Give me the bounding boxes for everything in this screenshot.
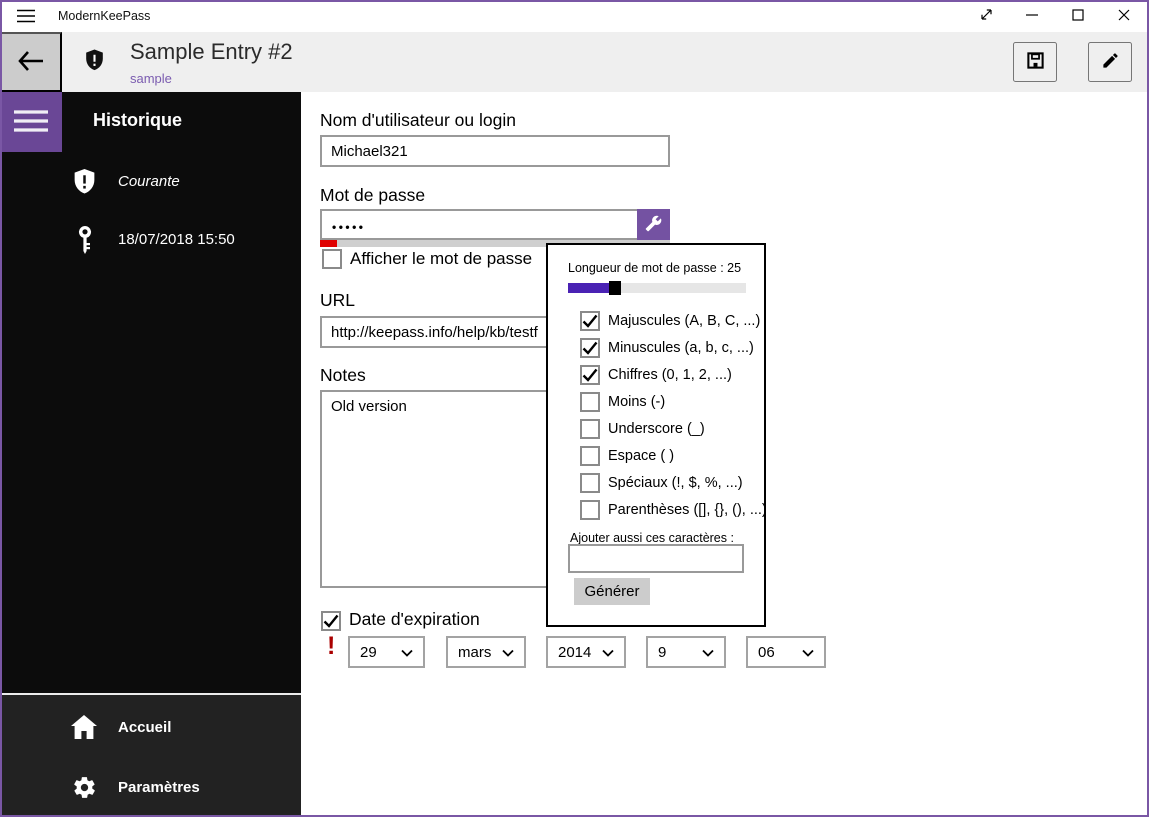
home-icon — [70, 714, 98, 745]
chevron-down-icon — [702, 644, 714, 661]
option-label: Chiffres (0, 1, 2, ...) — [608, 367, 732, 383]
option-checkbox[interactable] — [580, 419, 600, 439]
entry-shield-icon — [84, 48, 105, 77]
expiration-checkbox[interactable] — [321, 611, 341, 631]
password-masked-value: ••••• — [332, 220, 366, 234]
expiration-label[interactable]: Date d'expiration — [349, 609, 480, 630]
password-strength-fill — [320, 240, 337, 247]
edit-pencil-icon — [1101, 51, 1120, 73]
wrench-icon — [645, 215, 662, 235]
option-label: Underscore (_) — [608, 421, 705, 437]
hour-dropdown[interactable]: 9 — [646, 636, 726, 668]
hour-value: 9 — [658, 643, 667, 661]
option-checkbox[interactable] — [580, 392, 600, 412]
option-minus[interactable]: Moins (-) — [572, 392, 665, 412]
minimize-icon — [1026, 9, 1038, 24]
extra-chars-input[interactable] — [568, 544, 744, 573]
slider-fill — [568, 283, 609, 293]
sidebar-item-label: Paramètres — [118, 779, 200, 796]
chevron-down-icon — [401, 644, 413, 661]
option-digits[interactable]: Chiffres (0, 1, 2, ...) — [572, 365, 732, 385]
chevron-down-icon — [502, 644, 514, 661]
nav-menu-button[interactable] — [0, 92, 62, 152]
option-checkbox[interactable] — [580, 338, 600, 358]
option-space[interactable]: Espace ( ) — [572, 446, 674, 466]
sidebar-footer — [0, 693, 301, 817]
option-checkbox[interactable] — [580, 311, 600, 331]
sidebar-heading: Historique — [93, 110, 183, 130]
app-title: ModernKeePass — [58, 9, 151, 23]
option-uppercase[interactable]: Majuscules (A, B, C, ...) — [572, 311, 760, 331]
password-label: Mot de passe — [320, 185, 426, 205]
maximize-icon — [1072, 8, 1084, 24]
window-controls — [963, 0, 1147, 32]
title-bar: ModernKeePass — [0, 0, 1149, 32]
key-icon — [75, 225, 95, 259]
entry-title: Sample Entry #2 — [130, 39, 293, 64]
option-label: Majuscules (A, B, C, ...) — [608, 313, 761, 329]
gear-icon — [72, 775, 97, 805]
extra-chars-label: Ajouter aussi ces caractères : — [570, 531, 734, 545]
option-checkbox[interactable] — [580, 500, 600, 520]
maximize-button[interactable] — [1055, 0, 1101, 32]
minute-dropdown[interactable]: 06 — [746, 636, 826, 668]
back-button[interactable] — [0, 32, 62, 92]
month-value: mars — [458, 643, 492, 661]
shield-icon — [72, 168, 97, 200]
password-length-slider[interactable] — [568, 281, 746, 295]
window-border-top — [0, 0, 1149, 2]
minimize-button[interactable] — [1009, 0, 1055, 32]
password-input[interactable]: ••••• — [320, 209, 670, 240]
chevron-down-icon — [802, 644, 814, 661]
url-label: URL — [320, 290, 356, 310]
day-value: 29 — [360, 643, 377, 661]
window-border-left — [0, 0, 2, 817]
username-label: Nom d'utilisateur ou login — [320, 110, 516, 130]
option-label: Minuscules (a, b, c, ...) — [608, 340, 754, 356]
close-button[interactable] — [1101, 0, 1147, 32]
show-password-label[interactable]: Afficher le mot de passe — [350, 249, 532, 269]
back-arrow-icon — [18, 50, 44, 75]
fullscreen-button[interactable] — [963, 0, 1009, 32]
option-label: Spéciaux (!, $, %, ...) — [608, 475, 743, 491]
password-generator-flyout: Longueur de mot de passe : 25 Majuscules… — [546, 243, 767, 627]
expired-warning-icon: ! — [327, 632, 336, 660]
sidebar-item-label: Accueil — [118, 719, 172, 736]
option-brackets[interactable]: Parenthèses ([], {}, (), ...) — [572, 500, 767, 520]
app-window: ModernKeePass Sample Entry #2 sample His… — [0, 0, 1149, 817]
entry-group-link[interactable]: sample — [130, 71, 172, 86]
option-underscore[interactable]: Underscore (_) — [572, 419, 705, 439]
option-checkbox[interactable] — [580, 365, 600, 385]
chevron-down-icon — [602, 644, 614, 661]
edit-button[interactable] — [1088, 42, 1132, 82]
option-special[interactable]: Spéciaux (!, $, %, ...) — [572, 473, 743, 493]
hamburger-icon — [14, 109, 48, 136]
option-label: Moins (-) — [608, 394, 666, 410]
notes-label: Notes — [320, 365, 366, 385]
slider-thumb[interactable] — [609, 281, 621, 295]
generate-button[interactable]: Générer — [574, 578, 650, 605]
username-input[interactable] — [320, 135, 670, 167]
hamburger-icon — [17, 9, 35, 28]
option-lowercase[interactable]: Minuscules (a, b, c, ...) — [572, 338, 754, 358]
password-length-label: Longueur de mot de passe : 25 — [568, 261, 742, 275]
save-button[interactable] — [1013, 42, 1057, 82]
entry-header: Sample Entry #2 sample — [0, 32, 1149, 92]
minute-value: 06 — [758, 643, 775, 661]
month-dropdown[interactable]: mars — [446, 636, 526, 668]
option-checkbox[interactable] — [580, 473, 600, 493]
history-item-label: 18/07/2018 15:50 — [118, 231, 235, 248]
show-password-checkbox[interactable] — [322, 249, 342, 269]
generate-password-button[interactable] — [637, 209, 670, 240]
option-label: Parenthèses ([], {}, (), ...) — [608, 502, 767, 518]
option-checkbox[interactable] — [580, 446, 600, 466]
year-value: 2014 — [558, 643, 592, 661]
day-dropdown[interactable]: 29 — [348, 636, 425, 668]
fullscreen-icon — [980, 8, 993, 24]
save-icon — [1026, 51, 1045, 73]
year-dropdown[interactable]: 2014 — [546, 636, 626, 668]
close-icon — [1118, 9, 1130, 24]
option-label: Espace ( ) — [608, 448, 675, 464]
history-item-label: Courante — [118, 173, 180, 190]
